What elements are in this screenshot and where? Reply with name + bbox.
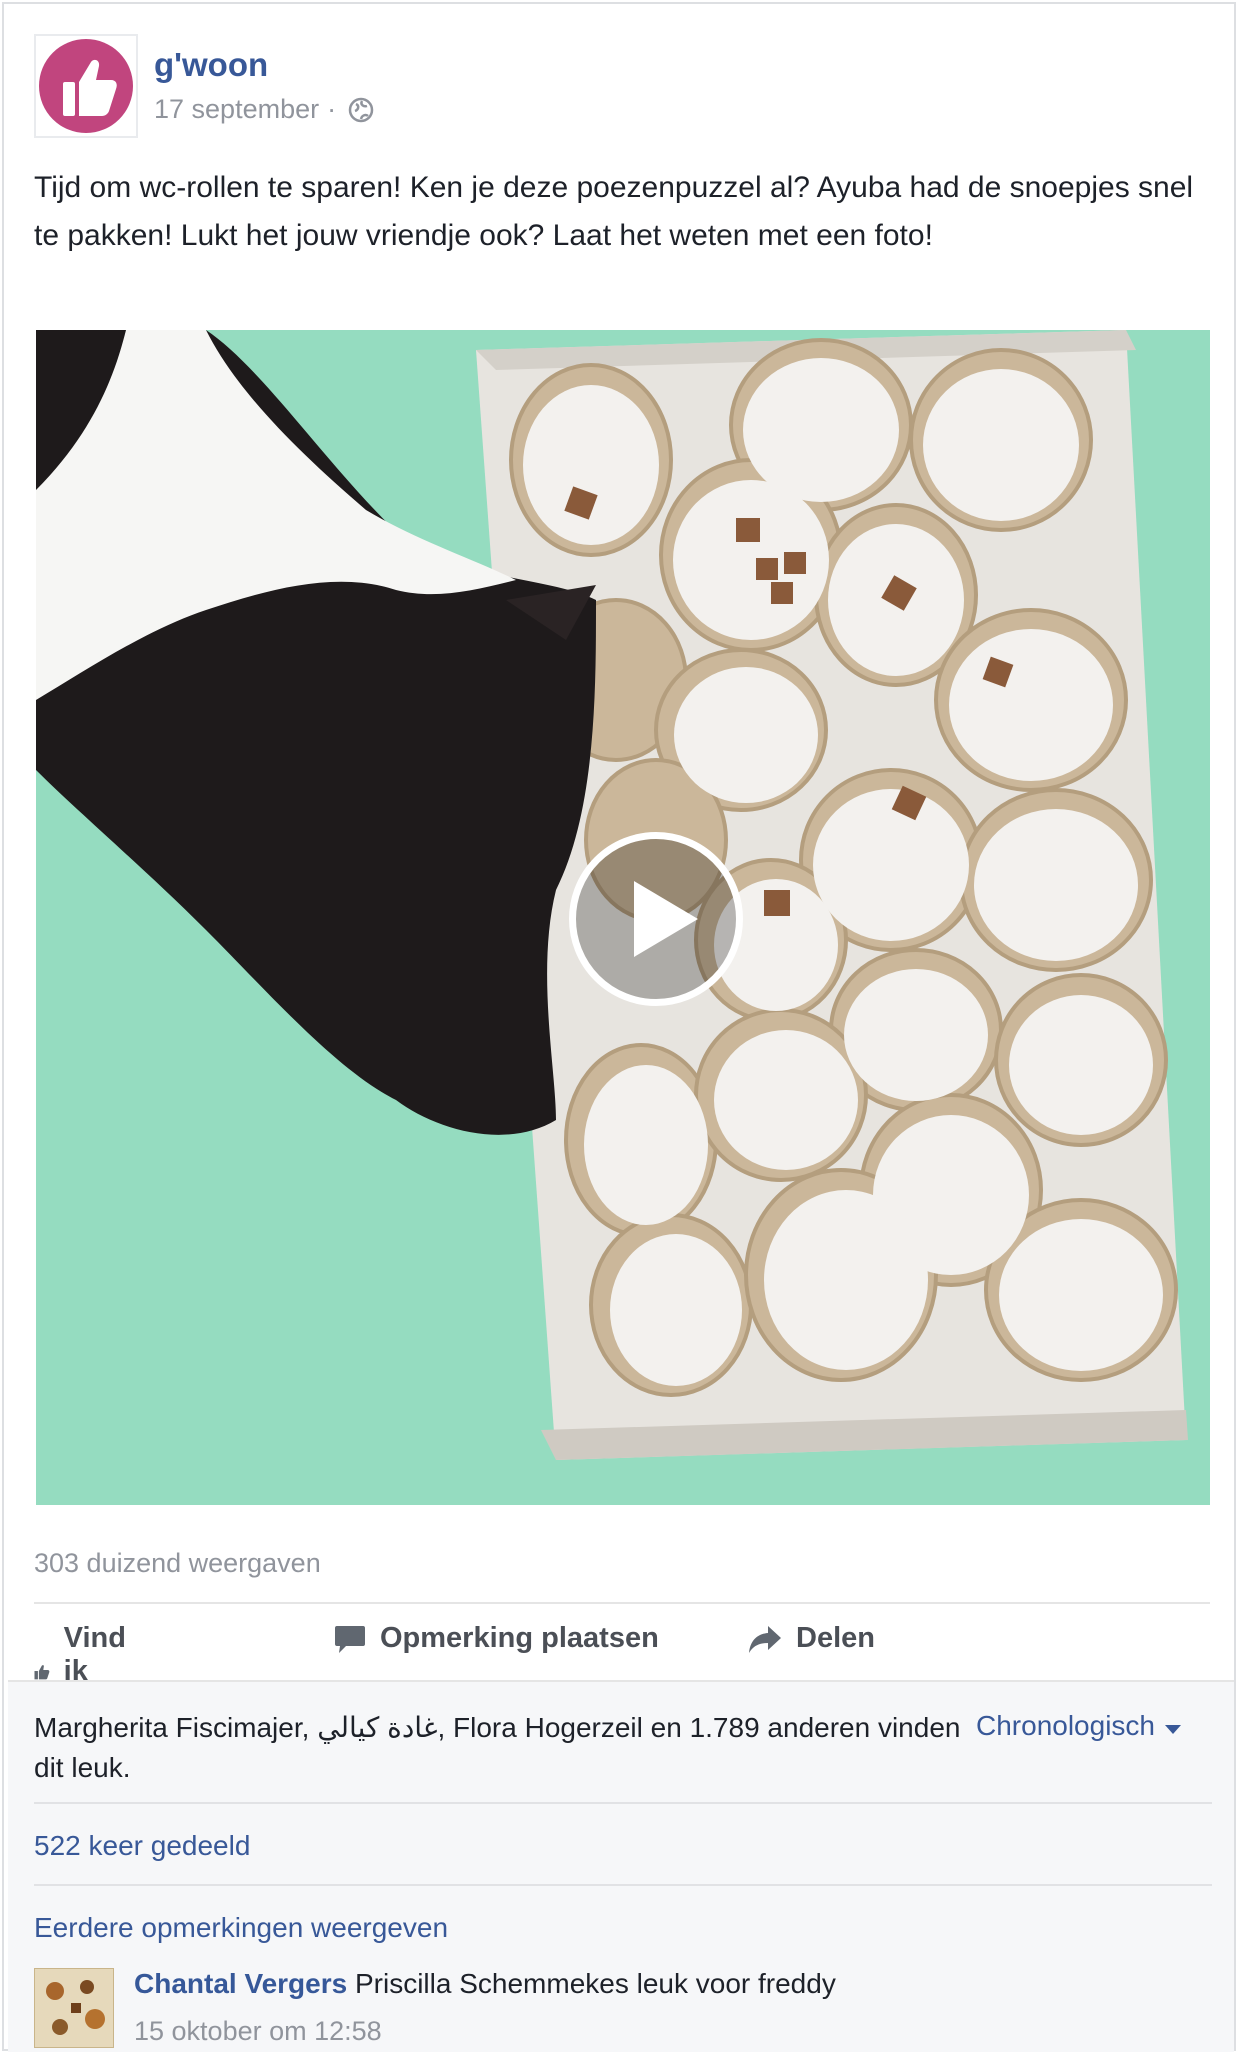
likers-summary[interactable]: Margherita Fiscimajer, غادة كيالي, Flora… xyxy=(34,1708,964,1788)
comment-label: Opmerking plaatsen xyxy=(380,1622,659,1654)
post-card: g'woon 17 september · Tijd om wc-rollen … xyxy=(2,2,1236,2052)
globe-icon[interactable] xyxy=(348,97,374,123)
page-avatar[interactable] xyxy=(34,34,138,138)
video-player[interactable] xyxy=(36,330,1210,1505)
chevron-down-icon xyxy=(1165,1724,1181,1734)
play-button[interactable] xyxy=(569,832,743,1006)
comment-avatar-image xyxy=(35,1969,113,2047)
view-count: 303 duizend weergaven xyxy=(34,1548,321,1578)
view-previous-comments-link[interactable]: Eerdere opmerkingen weergeven xyxy=(34,1912,448,1944)
divider xyxy=(34,1802,1212,1804)
divider xyxy=(34,1602,1210,1604)
play-icon xyxy=(634,881,698,957)
share-arrow-icon xyxy=(749,1625,781,1653)
page-name-link[interactable]: g'woon xyxy=(154,46,268,84)
share-button[interactable]: Delen xyxy=(748,1622,948,1655)
thumbs-up-icon xyxy=(63,59,117,116)
sort-dropdown[interactable]: Chronologisch xyxy=(976,1710,1181,1742)
meta-separator: · xyxy=(327,94,337,124)
sort-label: Chronologisch xyxy=(976,1710,1155,1741)
post-meta: 17 september · xyxy=(154,94,374,125)
comment-timestamp[interactable]: 15 oktober om 12:58 xyxy=(134,2016,382,2047)
comment-body: Chantal Vergers Priscilla Schemmekes leu… xyxy=(134,1968,836,2000)
comment-author[interactable]: Chantal Vergers xyxy=(134,1968,347,1999)
comment-icon xyxy=(335,1625,365,1653)
comment-avatar[interactable] xyxy=(34,1968,114,2048)
comment-button[interactable]: Opmerking plaatsen xyxy=(334,1622,734,1655)
post-date[interactable]: 17 september xyxy=(154,94,319,125)
post-text: Tijd om wc-rollen te sparen! Ken je deze… xyxy=(34,171,1194,252)
share-label: Delen xyxy=(796,1622,875,1654)
divider xyxy=(34,1884,1212,1886)
feedback-section: Margherita Fiscimajer, غادة كيالي, Flora… xyxy=(8,1680,1234,2052)
share-count-link[interactable]: 522 keer gedeeld xyxy=(34,1830,250,1862)
comment-text: Priscilla Schemmekes leuk voor freddy xyxy=(354,1968,836,1999)
avatar-badge xyxy=(39,39,133,133)
